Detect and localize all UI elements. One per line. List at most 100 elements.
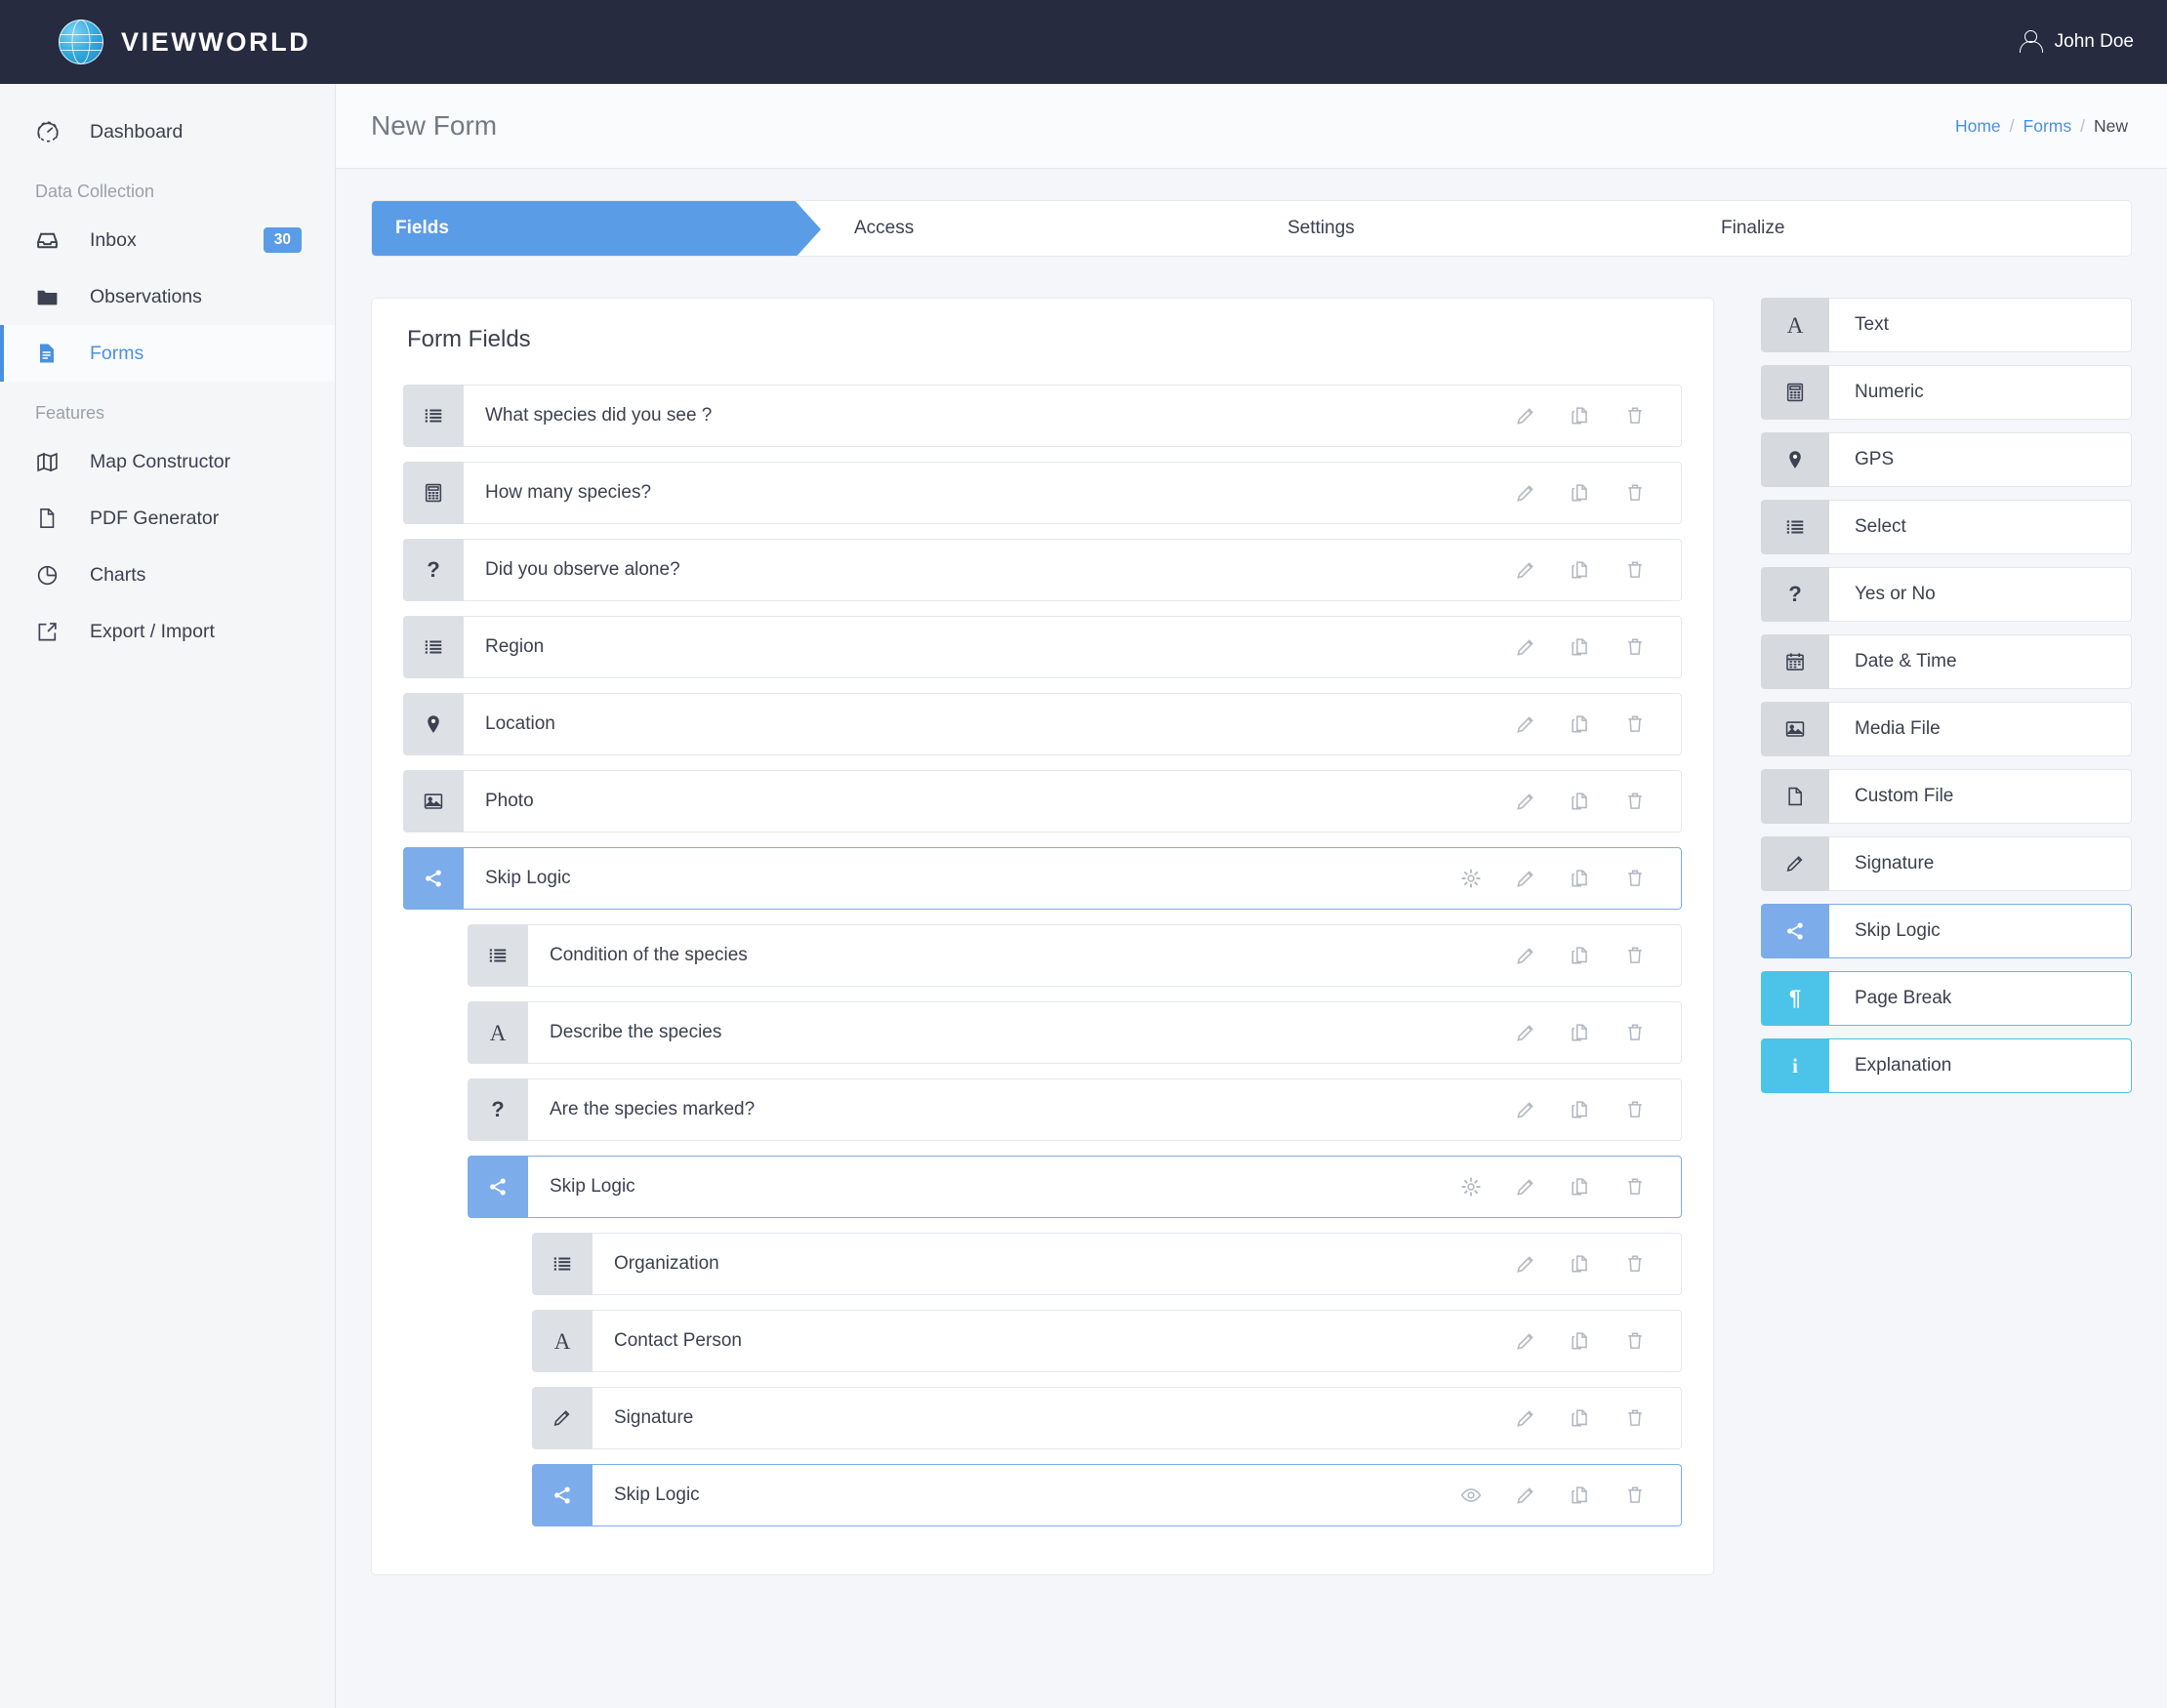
form-field-row[interactable]: Organization	[403, 1233, 1682, 1295]
field-edit-button[interactable]	[1515, 1484, 1536, 1506]
field-edit-button[interactable]	[1515, 636, 1536, 658]
sidebar-item-forms[interactable]: Forms	[0, 325, 335, 382]
field-duplicate-button[interactable]	[1570, 1407, 1591, 1429]
field-edit-button[interactable]	[1515, 1022, 1536, 1043]
field-delete-button[interactable]	[1624, 1330, 1646, 1352]
field-duplicate-button[interactable]	[1570, 405, 1591, 427]
palette-tile-skip-logic[interactable]: Skip Logic	[1761, 904, 2132, 958]
form-field-row[interactable]: ? Did you observe alone?	[403, 539, 1682, 601]
field-edit-button[interactable]	[1515, 1330, 1536, 1352]
form-field-row[interactable]: How many species?	[403, 462, 1682, 524]
form-field-row[interactable]: A Describe the species	[403, 1001, 1682, 1064]
user-menu[interactable]: John Doe	[2020, 30, 2134, 54]
form-field-label: Skip Logic	[485, 868, 571, 889]
image-icon	[403, 770, 464, 833]
field-delete-button[interactable]	[1624, 945, 1646, 966]
sidebar-item-map-constructor[interactable]: Map Constructor	[0, 433, 335, 490]
field-delete-button[interactable]	[1624, 1099, 1646, 1120]
sidebar-item-observations[interactable]: Observations	[0, 268, 335, 325]
form-field-row[interactable]: Skip Logic	[403, 1464, 1682, 1526]
field-preview-button[interactable]	[1460, 1484, 1482, 1506]
field-duplicate-button[interactable]	[1570, 1022, 1591, 1043]
form-field-row[interactable]: Skip Logic	[403, 1156, 1682, 1218]
field-duplicate-button[interactable]	[1570, 1099, 1591, 1120]
field-edit-button[interactable]	[1515, 868, 1536, 889]
field-delete-button[interactable]	[1624, 1176, 1646, 1198]
tab-finalize[interactable]: Finalize	[1697, 201, 2131, 256]
field-settings-button[interactable]	[1460, 1176, 1482, 1198]
field-edit-button[interactable]	[1515, 559, 1536, 581]
palette-tile-date-time[interactable]: Date & Time	[1761, 634, 2132, 689]
field-edit-button[interactable]	[1515, 1176, 1536, 1198]
form-field-actions	[1515, 1330, 1657, 1352]
palette-tile-gps[interactable]: GPS	[1761, 432, 2132, 487]
field-edit-button[interactable]	[1515, 405, 1536, 427]
palette-tile-page-break[interactable]: ¶ Page Break	[1761, 971, 2132, 1026]
palette-tile-select[interactable]: Select	[1761, 500, 2132, 554]
field-duplicate-button[interactable]	[1570, 482, 1591, 504]
form-field-row[interactable]: What species did you see ?	[403, 385, 1682, 447]
form-field-row[interactable]: Location	[403, 693, 1682, 755]
brand-name: VIEWWORLD	[121, 27, 310, 58]
pencil-icon	[532, 1387, 593, 1449]
palette-tile-explanation[interactable]: i Explanation	[1761, 1038, 2132, 1093]
sidebar-item-export-import[interactable]: Export / Import	[0, 603, 335, 660]
field-edit-button[interactable]	[1515, 713, 1536, 735]
field-delete-button[interactable]	[1624, 1022, 1646, 1043]
palette-tile-custom-file[interactable]: Custom File	[1761, 769, 2132, 824]
palette-tile-yes-or-no[interactable]: ? Yes or No	[1761, 567, 2132, 622]
palette-tile-numeric[interactable]: Numeric	[1761, 365, 2132, 420]
palette-tile-signature[interactable]: Signature	[1761, 836, 2132, 891]
form-field-row[interactable]: Condition of the species	[403, 924, 1682, 987]
form-field-label: What species did you see ?	[485, 405, 712, 427]
field-delete-button[interactable]	[1624, 559, 1646, 581]
field-delete-button[interactable]	[1624, 713, 1646, 735]
form-field-row[interactable]: Region	[403, 616, 1682, 678]
field-delete-button[interactable]	[1624, 1484, 1646, 1506]
palette-tile-media-file[interactable]: Media File	[1761, 702, 2132, 756]
field-edit-button[interactable]	[1515, 1099, 1536, 1120]
form-field-row[interactable]: Signature	[403, 1387, 1682, 1449]
field-settings-button[interactable]	[1460, 868, 1482, 889]
palette-tile-text[interactable]: A Text	[1761, 298, 2132, 352]
breadcrumb-forms[interactable]: Forms	[2024, 116, 2072, 137]
field-duplicate-button[interactable]	[1570, 636, 1591, 658]
field-duplicate-button[interactable]	[1570, 1330, 1591, 1352]
field-edit-button[interactable]	[1515, 1253, 1536, 1275]
breadcrumb-home[interactable]: Home	[1955, 116, 2001, 137]
field-edit-button[interactable]	[1515, 945, 1536, 966]
form-field-row[interactable]: ? Are the species marked?	[403, 1078, 1682, 1141]
form-field-row[interactable]: A Contact Person	[403, 1310, 1682, 1372]
form-field-row[interactable]: Skip Logic	[403, 847, 1682, 910]
brand-logo[interactable]: VIEWWORLD	[59, 20, 310, 64]
field-delete-button[interactable]	[1624, 482, 1646, 504]
field-duplicate-button[interactable]	[1570, 868, 1591, 889]
field-edit-button[interactable]	[1515, 791, 1536, 812]
field-delete-button[interactable]	[1624, 791, 1646, 812]
field-duplicate-button[interactable]	[1570, 791, 1591, 812]
field-duplicate-button[interactable]	[1570, 1176, 1591, 1198]
field-duplicate-button[interactable]	[1570, 1484, 1591, 1506]
field-edit-button[interactable]	[1515, 482, 1536, 504]
question-mark-icon: ?	[403, 539, 464, 601]
field-delete-button[interactable]	[1624, 1253, 1646, 1275]
form-field-row[interactable]: Photo	[403, 770, 1682, 833]
tab-settings[interactable]: Settings	[1264, 201, 1697, 256]
step-label: Finalize	[1721, 218, 1784, 239]
field-duplicate-button[interactable]	[1570, 945, 1591, 966]
field-delete-button[interactable]	[1624, 405, 1646, 427]
sidebar-item-dashboard[interactable]: Dashboard	[0, 103, 335, 160]
form-fields-list: What species did you see ? How many spec…	[403, 385, 1682, 1526]
tab-fields[interactable]: Fields	[372, 201, 794, 256]
sidebar-item-inbox[interactable]: Inbox 30	[0, 212, 335, 268]
field-delete-button[interactable]	[1624, 636, 1646, 658]
field-delete-button[interactable]	[1624, 1407, 1646, 1429]
field-duplicate-button[interactable]	[1570, 1253, 1591, 1275]
field-delete-button[interactable]	[1624, 868, 1646, 889]
field-edit-button[interactable]	[1515, 1407, 1536, 1429]
sidebar-item-charts[interactable]: Charts	[0, 547, 335, 603]
field-duplicate-button[interactable]	[1570, 713, 1591, 735]
tab-access[interactable]: Access	[794, 201, 1264, 256]
field-duplicate-button[interactable]	[1570, 559, 1591, 581]
sidebar-item-pdf-generator[interactable]: PDF Generator	[0, 490, 335, 547]
